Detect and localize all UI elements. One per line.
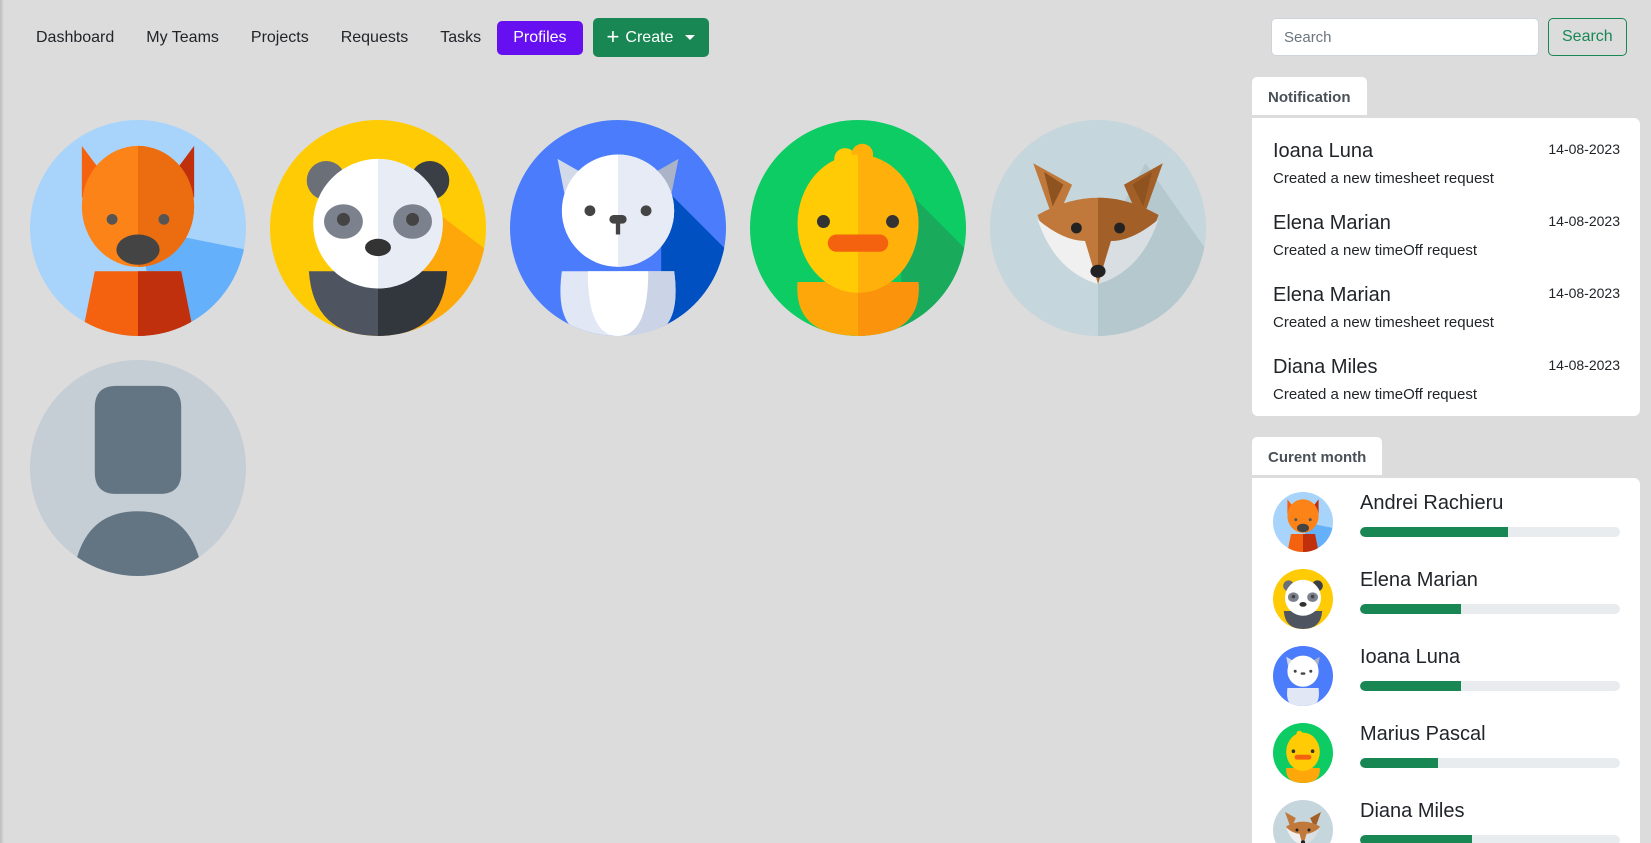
caret-down-icon	[685, 35, 696, 40]
profile-card[interactable]	[510, 120, 726, 336]
cat-icon	[30, 120, 246, 336]
member-name: Elena Marian	[1360, 569, 1478, 591]
plus-icon: +	[606, 23, 620, 49]
notification-description: Created a new timesheet request	[1273, 170, 1494, 187]
fox-icon	[1273, 800, 1333, 843]
profile-card[interactable]	[990, 120, 1206, 336]
nav-profiles[interactable]: Profiles	[497, 20, 583, 55]
member-name: Ioana Luna	[1360, 646, 1461, 668]
progress-fill	[1360, 758, 1438, 768]
nav-dashboard[interactable]: Dashboard	[20, 21, 130, 55]
notification-tab[interactable]: Notification	[1252, 77, 1367, 115]
create-dropdown-button[interactable]: + Create	[592, 18, 710, 57]
fox-icon	[990, 120, 1206, 336]
month-list-item[interactable]: Elena Marian	[1252, 555, 1640, 632]
progress-bar	[1360, 527, 1620, 537]
create-label: Create	[625, 28, 674, 46]
current-month-panel: Andrei Rachieru Elena Marian Ioana Luna …	[1252, 478, 1640, 843]
wolf-icon	[1273, 646, 1333, 706]
notification-date: 14-08-2023	[1548, 141, 1620, 157]
notification-description: Created a new timesheet request	[1273, 314, 1494, 331]
wolf-icon	[510, 120, 726, 336]
search-button[interactable]: Search	[1548, 18, 1627, 56]
progress-bar	[1360, 758, 1620, 768]
progress-fill	[1360, 835, 1472, 843]
profile-card[interactable]	[30, 360, 246, 576]
member-name: Diana Miles	[1360, 800, 1465, 822]
chick-icon	[1273, 723, 1333, 783]
nav-projects[interactable]: Projects	[235, 21, 325, 55]
member-avatar	[1273, 492, 1333, 552]
notification-item[interactable]: Diana Miles Created a new timeOff reques…	[1252, 342, 1640, 414]
nav-requests[interactable]: Requests	[325, 21, 425, 55]
default-user-icon	[30, 360, 246, 576]
notification-date: 14-08-2023	[1548, 357, 1620, 373]
panda-icon	[270, 120, 486, 336]
member-name: Andrei Rachieru	[1360, 492, 1504, 514]
member-avatar	[1273, 646, 1333, 706]
search-input[interactable]	[1271, 18, 1539, 56]
notification-item[interactable]: Ioana Luna Created a new timesheet reque…	[1252, 126, 1640, 198]
panda-icon	[1273, 569, 1333, 629]
progress-fill	[1360, 681, 1462, 691]
nav-tasks[interactable]: Tasks	[424, 21, 497, 55]
member-avatar	[1273, 800, 1333, 843]
current-month-tab[interactable]: Curent month	[1252, 437, 1383, 475]
profile-card[interactable]	[270, 120, 486, 336]
member-avatar	[1273, 569, 1333, 629]
notification-panel: Ioana Luna Created a new timesheet reque…	[1252, 118, 1640, 416]
progress-bar	[1360, 681, 1620, 691]
nav-my-teams[interactable]: My Teams	[130, 21, 235, 55]
notification-description: Created a new timeOff request	[1273, 386, 1477, 403]
month-list-item[interactable]: Marius Pascal	[1252, 709, 1640, 786]
chick-icon	[750, 120, 966, 336]
notification-date: 14-08-2023	[1548, 213, 1620, 229]
month-list-item[interactable]: Ioana Luna	[1252, 632, 1640, 709]
main-nav: Dashboard My Teams Projects Requests Tas…	[20, 18, 710, 57]
search-form: Search	[1271, 18, 1627, 56]
progress-fill	[1360, 604, 1462, 614]
notification-description: Created a new timeOff request	[1273, 242, 1477, 259]
window-edge	[0, 0, 4, 843]
month-list-item[interactable]: Andrei Rachieru	[1252, 478, 1640, 555]
profile-card[interactable]	[750, 120, 966, 336]
member-avatar	[1273, 723, 1333, 783]
notification-item[interactable]: Elena Marian Created a new timesheet req…	[1252, 270, 1640, 342]
progress-bar	[1360, 835, 1620, 843]
notification-date: 14-08-2023	[1548, 285, 1620, 301]
cat-icon	[1273, 492, 1333, 552]
notification-item[interactable]: Elena Marian Created a new timeOff reque…	[1252, 198, 1640, 270]
profiles-grid	[30, 120, 1210, 576]
progress-bar	[1360, 604, 1620, 614]
profile-card[interactable]	[30, 120, 246, 336]
progress-fill	[1360, 527, 1509, 537]
member-name: Marius Pascal	[1360, 723, 1486, 745]
month-list-item[interactable]: Diana Miles	[1252, 786, 1640, 843]
